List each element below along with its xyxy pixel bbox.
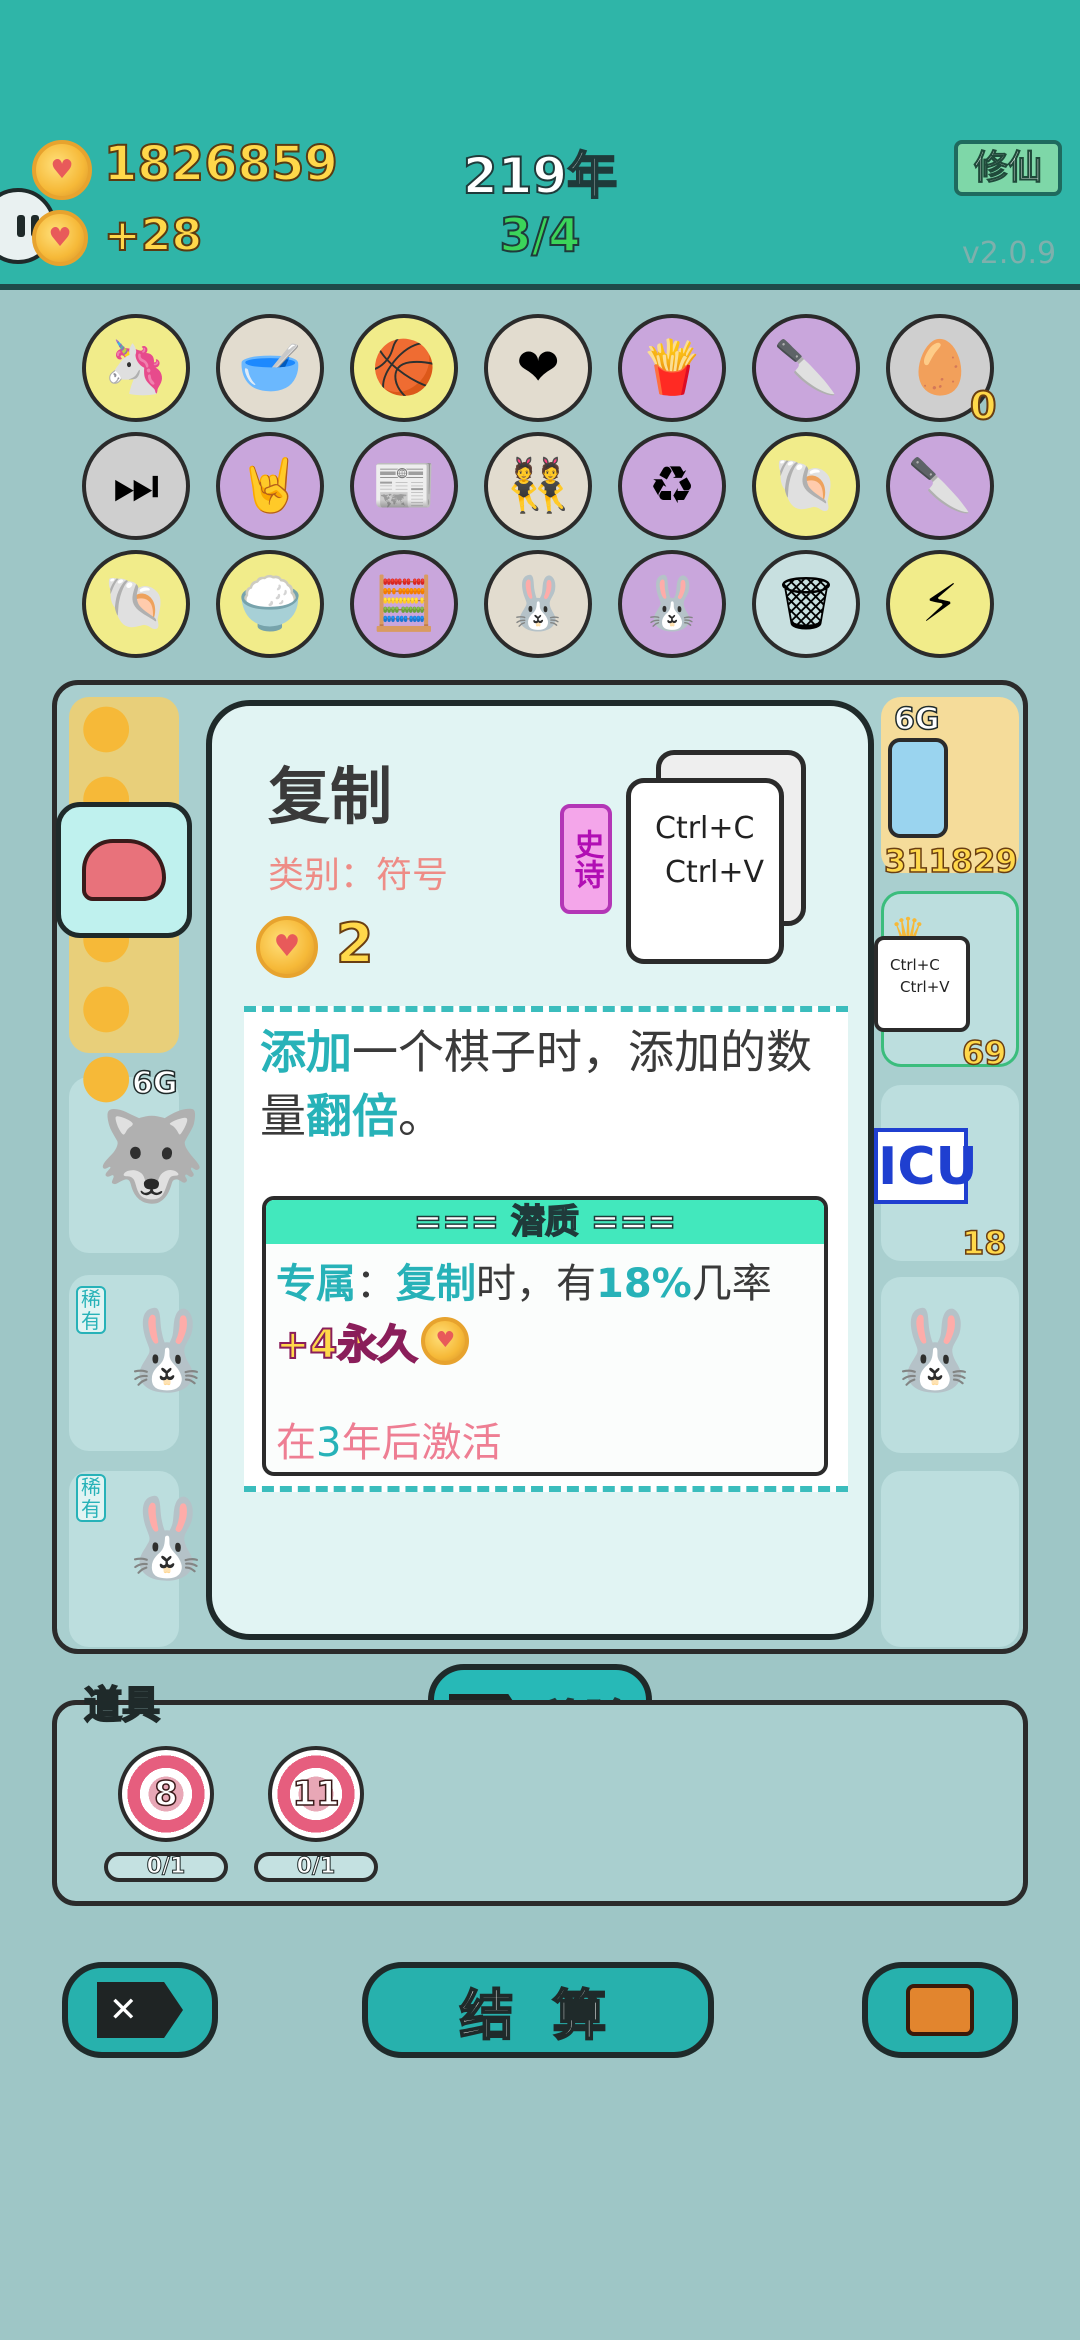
lightning-icon[interactable]: ⚡ — [886, 550, 994, 658]
copy-card-small-line1: Ctrl+C — [890, 956, 940, 974]
round-counter: 3/4 — [499, 207, 582, 263]
cleaver-icon[interactable]: 🔪 — [752, 314, 860, 422]
settle-button[interactable]: 结 算 — [362, 1962, 714, 2058]
pot-colon: ： — [356, 1261, 396, 1307]
twins-icon[interactable]: 👯 — [484, 432, 592, 540]
rare-tag: 稀有 — [76, 1474, 106, 1522]
cleaver-icon[interactable]: 🔪 — [886, 432, 994, 540]
close-icon: ✕ — [97, 1982, 183, 2038]
act-suffix: 年后激活 — [341, 1420, 502, 1466]
card-line-paste: Ctrl+V — [665, 855, 765, 890]
act-years: 3 — [316, 1420, 342, 1466]
item-description: 添加一个棋子时，添加的数量翻倍。 — [260, 1020, 830, 1148]
husky-label: 6G — [131, 1065, 178, 1102]
items-label: 道具 — [83, 1682, 161, 1728]
rock-hand-icon[interactable]: 🤘 — [216, 432, 324, 540]
recycle-icon[interactable]: ♻ — [618, 432, 726, 540]
copy-count: 69 — [961, 1033, 1007, 1073]
desc-end: 。 — [398, 1089, 444, 1143]
discard-button[interactable]: ✕ — [62, 1962, 218, 2058]
potential-box: === 潜质 === 专属：复制时，有18%几率 +4永久 ♥ 在3年后激活 — [262, 1196, 828, 1476]
copy-card-front: Ctrl+C Ctrl+V — [626, 778, 784, 964]
coin-total: 1826859 — [103, 135, 339, 193]
bunny-in-shirt-icon: 🐰 — [118, 1494, 216, 1584]
desc-keyword-add: 添加 — [260, 1025, 352, 1079]
icu-count: 18 — [961, 1223, 1007, 1263]
liver-icon — [82, 839, 166, 901]
french-fries-icon[interactable]: 🍟 — [618, 314, 726, 422]
pot-chance: 18% — [596, 1261, 692, 1307]
math-person-icon[interactable]: 🧮 — [350, 550, 458, 658]
token-row-2: ⏭ 🤘 📰 👯 ♻ 🐚 🔪 — [82, 432, 994, 540]
year-counter: 219年 — [462, 146, 618, 206]
target-item-usage: 0/1 — [104, 1852, 228, 1882]
bunny-in-shirt-icon: 🐰 — [886, 1306, 984, 1396]
income-coin-icon: ♥ — [32, 210, 88, 266]
item-title: 复制 — [268, 760, 393, 833]
briefcase-icon — [906, 1984, 974, 2036]
seashell-icon[interactable]: 🐚 — [82, 550, 190, 658]
target-item-usage: 0/1 — [254, 1852, 378, 1882]
fridge-label: 6G — [893, 701, 940, 738]
slot-right-5[interactable] — [881, 1471, 1019, 1647]
seashell-icon[interactable]: 🐚 — [752, 432, 860, 540]
pot-mid: 时，有 — [476, 1261, 596, 1307]
bunny-icon[interactable]: 🐰 — [618, 550, 726, 658]
bonus-label: +4永久 — [275, 1321, 418, 1369]
fridge-icon — [888, 738, 948, 838]
pot-keyword-exclusive: 专属 — [276, 1261, 356, 1307]
heart-fan-icon[interactable]: ❤ — [484, 314, 592, 422]
basketballs-icon[interactable]: 🏀 — [350, 314, 458, 422]
icu-sign: ICU — [874, 1128, 978, 1204]
pet-food-bowl-icon[interactable]: 🥣 — [216, 314, 324, 422]
settle-label: 结 算 — [459, 1983, 617, 2048]
potential-title: === 潜质 === — [266, 1200, 824, 1244]
income-value: +28 — [103, 209, 203, 262]
card-line-copy: Ctrl+C — [655, 811, 755, 846]
bonus-coin-icon: ♥ — [421, 1317, 470, 1365]
time-magazine-icon[interactable]: 📰 — [350, 432, 458, 540]
cultivation-button[interactable]: 修仙 — [954, 140, 1062, 196]
item-detail-popup: 复制 类别：符号 ♥ 2 史诗 Ctrl+C Ctrl+V 添加一个棋子时，添加… — [206, 700, 874, 1640]
pot-end: 几率 — [691, 1261, 772, 1307]
token-row-3: 🐚 🍚 🧮 🐰 🐰 🗑 ⚡ — [82, 550, 994, 658]
rice-bowl-icon[interactable]: 🍚 — [216, 550, 324, 658]
egg-tray-count: 0 — [969, 383, 997, 429]
rarity-label: 史诗 — [568, 829, 604, 889]
target-item-button[interactable]: 11 — [268, 1746, 364, 1842]
target-item-button[interactable]: 8 — [118, 1746, 214, 1842]
crowned-husky-icon: 🐺 — [96, 1104, 206, 1207]
inventory-button[interactable] — [862, 1962, 1018, 2058]
activation-text: 在3年后激活 — [276, 1410, 501, 1468]
token-row-1: 🦄 🥣 🏀 ❤ 🍟 🔪 🥚 — [82, 314, 994, 422]
rare-tag: 稀有 — [76, 1286, 106, 1334]
trash-bag-icon[interactable]: 🗑 — [752, 550, 860, 658]
liver-button[interactable] — [56, 802, 192, 938]
potential-text: 专属：复制时，有18%几率 — [276, 1258, 816, 1310]
top-bar: ♥ 1826859 ♥ +28 219年 3/4 修仙 v2.0.9 — [0, 0, 1080, 290]
potential-bonus: +4永久 ♥ — [275, 1312, 470, 1370]
desc-keyword-double: 翻倍 — [306, 1089, 398, 1143]
coin-icon: ♥ — [32, 140, 92, 200]
cost-coin-icon: ♥ — [256, 916, 318, 978]
fridge-value: 311829 — [883, 841, 1018, 881]
copy-card-small-line2: Ctrl+V — [900, 978, 950, 996]
rarity-badge: 史诗 — [560, 804, 612, 914]
copy-card-small: Ctrl+C Ctrl+V — [874, 936, 970, 1032]
item-category: 类别：符号 — [268, 855, 449, 896]
unicorn-icon[interactable]: 🦄 — [82, 314, 190, 422]
pot-keyword-copy: 复制 — [396, 1261, 476, 1307]
act-prefix: 在 — [276, 1420, 316, 1466]
bunny-in-shirt-icon: 🐰 — [118, 1306, 216, 1396]
version-label: v2.0.9 — [962, 236, 1057, 271]
bunny-icon[interactable]: 🐰 — [484, 550, 592, 658]
item-cost: 2 — [335, 911, 375, 976]
skip-next-icon[interactable]: ⏭ — [82, 432, 190, 540]
